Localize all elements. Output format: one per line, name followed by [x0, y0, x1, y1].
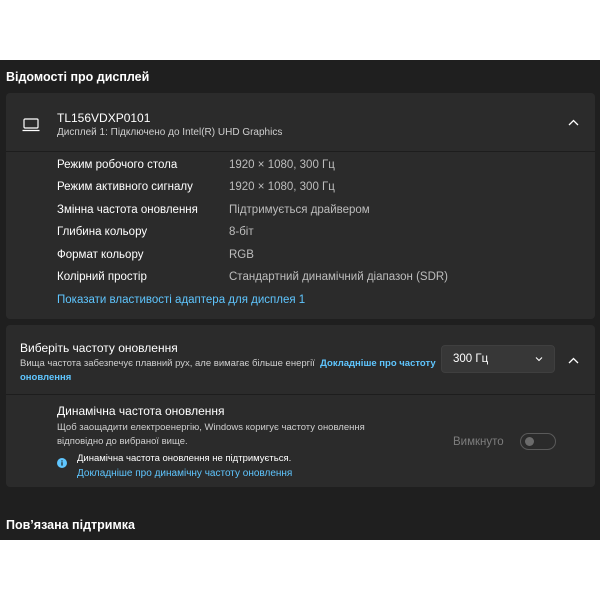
property-value: Стандартний динамічний діапазон (SDR): [229, 271, 449, 283]
property-row: Формат кольору RGB: [57, 249, 557, 269]
dynamic-refresh-toggle[interactable]: [520, 433, 556, 450]
property-label: Режим робочого стола: [57, 159, 178, 171]
property-row: Змінна частота оновлення Підтримується д…: [57, 204, 557, 224]
property-row: Режим активного сигналу 1920 × 1080, 300…: [57, 181, 557, 201]
dynamic-refresh-title: Динамічна частота оновлення: [57, 404, 225, 418]
divider: [6, 151, 595, 152]
divider: [6, 394, 595, 395]
display-info-card: TL156VDXP0101 Дисплей 1: Підключено до I…: [6, 93, 595, 319]
refresh-rate-title: Виберіть частоту оновлення: [20, 341, 178, 355]
property-label: Змінна частота оновлення: [57, 204, 198, 216]
chevron-down-icon: [535, 357, 543, 362]
property-row: Режим робочого стола 1920 × 1080, 300 Гц: [57, 159, 557, 179]
info-icon: [57, 458, 67, 468]
collapse-chevron-up-icon[interactable]: [566, 115, 580, 129]
property-label: Режим активного сигналу: [57, 181, 193, 193]
property-value: RGB: [229, 249, 254, 261]
display-connection-text: Дисплей 1: Підключено до Intel(R) UHD Gr…: [57, 127, 283, 138]
refresh-rate-description-text: Вища частота забезпечує плавний рух, але…: [20, 358, 315, 369]
property-value: 1920 × 1080, 300 Гц: [229, 181, 335, 193]
refresh-rate-card: Виберіть частоту оновлення Вища частота …: [6, 325, 595, 487]
property-label: Глибина кольору: [57, 226, 148, 238]
property-label: Колірний простір: [57, 271, 147, 283]
property-value: 8-біт: [229, 226, 254, 238]
refresh-rate-header: Виберіть частоту оновлення Вища частота …: [6, 325, 595, 394]
dynamic-refresh-learn-more-link[interactable]: Докладніше про динамічну частоту оновлен…: [77, 468, 292, 479]
toggle-knob: [525, 437, 534, 446]
settings-window: Відомості про дисплей TL156VDXP0101 Дисп…: [0, 60, 600, 540]
section-title-display-info: Відомості про дисплей: [6, 70, 150, 84]
dynamic-refresh-toggle-label: Вимкнуто: [453, 436, 504, 448]
property-row: Глибина кольору 8-біт: [57, 226, 557, 246]
laptop-icon: [22, 118, 40, 132]
property-row: Колірний простір Стандартний динамічний …: [57, 271, 557, 291]
dynamic-refresh-warning: Динамічна частота оновлення не підтримує…: [77, 453, 292, 464]
display-info-header[interactable]: TL156VDXP0101 Дисплей 1: Підключено до I…: [6, 93, 595, 151]
collapse-chevron-up-icon[interactable]: [566, 353, 580, 367]
refresh-rate-description: Вища частота забезпечує плавний рух, але…: [20, 357, 440, 385]
property-value: 1920 × 1080, 300 Гц: [229, 159, 335, 171]
property-label: Формат кольору: [57, 249, 144, 261]
adapter-properties-link[interactable]: Показати властивості адаптера для диспле…: [57, 294, 577, 314]
property-value: Підтримується драйвером: [229, 204, 370, 216]
refresh-rate-selected-value: 300 Гц: [453, 353, 489, 365]
refresh-rate-dropdown[interactable]: 300 Гц: [441, 345, 555, 373]
display-name: TL156VDXP0101: [57, 111, 151, 125]
section-title-related-support: Пов’язана підтримка: [6, 518, 135, 532]
dynamic-refresh-description: Щоб заощадити електроенергію, Windows ко…: [57, 422, 365, 447]
